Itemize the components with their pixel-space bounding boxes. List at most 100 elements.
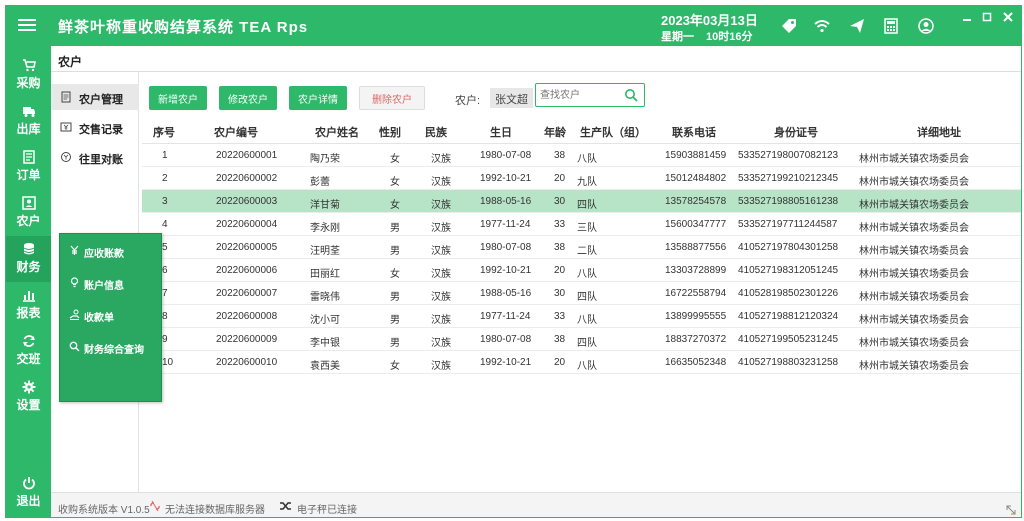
- table-row[interactable]: 8 20220600008 沈小可 男 汉族 1977-11-24 33 八队 …: [142, 305, 1021, 328]
- sidebar-item-label: 订单: [16, 168, 41, 182]
- subnav-item-farmer-management[interactable]: 农户管理: [51, 84, 139, 110]
- col-header-farmer-name: 农户姓名: [315, 127, 359, 139]
- edit-farmer-button[interactable]: 修改农户: [219, 86, 277, 110]
- menu-item-receipt[interactable]: 收款单: [60, 304, 163, 328]
- refresh-icon: [22, 335, 35, 347]
- current-date: 2023年03月13日: [661, 13, 758, 28]
- menu-item-finance-query[interactable]: 财务综合查询: [60, 336, 163, 360]
- sidebar-item-outbound[interactable]: 出库: [6, 98, 51, 144]
- app-window: 鲜茶叶称重收购结算系统 TEA Rps 2023年03月13日 星期一 10时1…: [5, 5, 1022, 518]
- farmer-detail-button[interactable]: 农户详情: [289, 86, 347, 110]
- sidebar-item-label: 出库: [16, 122, 41, 136]
- sidebar-item-settings[interactable]: 设置: [6, 374, 51, 420]
- table-header: 序号 农户编号 农户姓名 性别 民族 生日 年龄 生产队（组） 联系电话 身份证…: [142, 118, 1021, 144]
- sidebar-item-shift[interactable]: 交班: [6, 328, 51, 374]
- sidebar-item-reports[interactable]: 报表: [6, 282, 51, 328]
- col-header-id-number: 身份证号: [774, 127, 818, 139]
- add-farmer-button[interactable]: 新增农户: [149, 86, 207, 110]
- menu-item-label: 收款单: [84, 313, 114, 324]
- sidebar-item-farmers[interactable]: 农户: [6, 190, 51, 236]
- main-sidebar: 采购 出库 订单 农户 财务 报表 交班 设置 退出: [6, 46, 51, 517]
- col-header-phone: 联系电话: [672, 127, 716, 139]
- reconcile-icon: [61, 152, 71, 162]
- col-header-farmer-id: 农户编号: [214, 127, 258, 139]
- sidebar-item-purchase[interactable]: 采购: [6, 52, 51, 98]
- hamburger-menu-icon[interactable]: [18, 16, 36, 34]
- finance-popup-menu: 应收账款 账户信息 收款单 财务综合查询: [59, 233, 162, 402]
- current-weekday: 星期一: [661, 31, 694, 43]
- farmer-label: 农户:: [455, 95, 481, 107]
- wifi-icon[interactable]: [813, 17, 831, 35]
- version-text: 收购系统版本 V1.0.5: [58, 505, 150, 516]
- tag-icon[interactable]: [780, 17, 798, 35]
- table-row[interactable]: 5 20220600005 汪明荃 男 汉族 1980-07-08 38 二队 …: [142, 236, 1021, 259]
- maximize-icon[interactable]: [978, 8, 996, 26]
- sidebar-item-label: 退出: [16, 494, 41, 508]
- menu-item-label: 财务综合查询: [84, 345, 144, 356]
- app-title: 鲜茶叶称重收购结算系统 TEA Rps: [58, 19, 309, 36]
- yen-card-icon: [60, 122, 72, 132]
- search-box[interactable]: [535, 83, 645, 107]
- table-row[interactable]: 6 20220600006 田丽红 女 汉族 1992-10-21 20 八队 …: [142, 259, 1021, 282]
- farmer-icon: [21, 196, 36, 210]
- document-icon: [61, 91, 71, 103]
- user-icon[interactable]: [917, 17, 935, 35]
- lightbulb-icon: [70, 277, 79, 288]
- table-row[interactable]: 2 20220600002 彭蕾 女 汉族 1992-10-21 20 九队 1…: [142, 167, 1021, 190]
- hand-coin-icon: [69, 309, 80, 320]
- bar-chart-icon: [22, 291, 35, 302]
- col-header-age: 年龄: [544, 127, 566, 139]
- subnav-item-label: 往里对账: [79, 154, 123, 166]
- table-row[interactable]: 4 20220600004 李永刚 男 汉族 1977-11-24 33 三队 …: [142, 213, 1021, 236]
- table-row-selected[interactable]: 3 20220600003 洋甘菊 女 汉族 1988-05-16 30 四队 …: [142, 190, 1021, 213]
- sidebar-item-label: 农户: [16, 214, 41, 228]
- sidebar-item-orders[interactable]: 订单: [6, 144, 51, 190]
- yen-icon: [70, 245, 79, 255]
- menu-item-receivables[interactable]: 应收账款: [60, 240, 163, 264]
- sidebar-item-label: 采购: [16, 76, 41, 90]
- search-icon[interactable]: [624, 88, 638, 102]
- minimize-icon[interactable]: [958, 8, 976, 26]
- col-header-team: 生产队（组）: [580, 127, 646, 139]
- delete-farmer-button[interactable]: 删除农户: [359, 86, 425, 110]
- subnav-item-sales-records[interactable]: 交售记录: [51, 114, 139, 140]
- table-row[interactable]: 10 20220600010 袁西美 女 汉族 1992-10-21 20 八队…: [142, 351, 1021, 374]
- order-icon: [22, 150, 35, 164]
- selected-farmer-name: 张文超: [490, 88, 533, 108]
- power-icon: [22, 477, 35, 490]
- scale-status-text: 电子秤已连接: [297, 505, 357, 516]
- menu-item-account-info[interactable]: 账户信息: [60, 272, 163, 296]
- resize-handle-icon[interactable]: [1006, 505, 1016, 515]
- database-icon: [23, 243, 34, 255]
- subnav-item-reconciliation[interactable]: 往里对账: [51, 144, 139, 170]
- col-header-index: 序号: [153, 127, 175, 139]
- table-row[interactable]: 7 20220600007 雷晓伟 男 汉族 1988-05-16 30 四队 …: [142, 282, 1021, 305]
- table-row[interactable]: 1 20220600001 陶乃荣 女 汉族 1980-07-08 38 八队 …: [142, 144, 1021, 167]
- sidebar-item-exit[interactable]: 退出: [6, 470, 51, 516]
- search-icon: [69, 341, 80, 352]
- gear-icon: [22, 380, 35, 394]
- db-status-text: 无法连接数据库服务器: [165, 505, 265, 516]
- toolbar: 新增农户 修改农户 农户详情 删除农户 农户: 张文超: [139, 72, 1021, 118]
- sidebar-item-label: 交班: [16, 352, 41, 366]
- col-header-address: 详细地址: [917, 127, 961, 139]
- subnav-item-label: 农户管理: [79, 94, 123, 106]
- status-bar: 收购系统版本 V1.0.5 无法连接数据库服务器 电子秤已连接: [51, 492, 1021, 517]
- col-header-birthday: 生日: [490, 127, 512, 139]
- menu-item-label: 账户信息: [84, 281, 124, 292]
- table-row[interactable]: 9 20220600009 李中银 男 汉族 1980-07-08 38 四队 …: [142, 328, 1021, 351]
- send-icon[interactable]: [848, 17, 866, 35]
- shuffle-icon: [280, 502, 291, 510]
- calculator-icon[interactable]: [882, 17, 900, 35]
- col-header-gender: 性别: [379, 127, 401, 139]
- search-input[interactable]: [540, 87, 620, 103]
- sidebar-item-label: 报表: [16, 306, 41, 320]
- cart-icon: [22, 59, 36, 72]
- sidebar-item-finance[interactable]: 财务: [6, 236, 51, 282]
- title-bar: 鲜茶叶称重收购结算系统 TEA Rps 2023年03月13日 星期一 10时1…: [6, 6, 1021, 46]
- current-time: 10时16分: [706, 31, 753, 43]
- unlink-icon: [150, 500, 160, 512]
- close-icon[interactable]: [999, 8, 1017, 26]
- sidebar-item-label: 财务: [16, 260, 41, 274]
- menu-item-label: 应收账款: [84, 249, 124, 260]
